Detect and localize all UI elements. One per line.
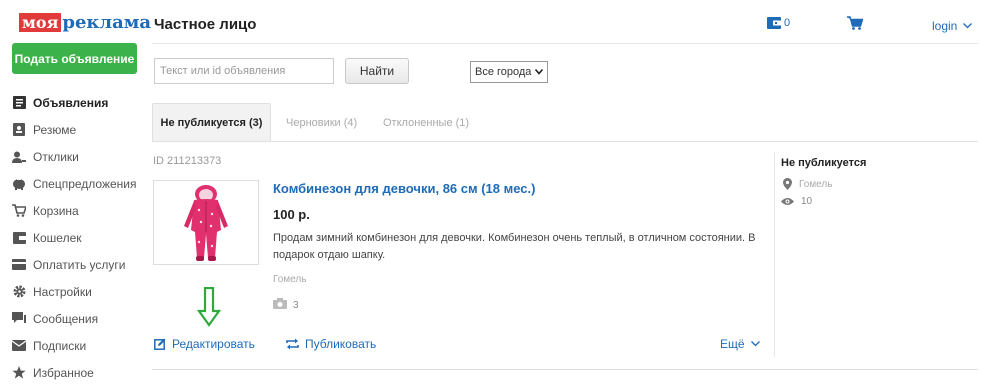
mail-icon bbox=[12, 339, 26, 353]
listing-icon bbox=[12, 96, 26, 110]
tab-not-published[interactable]: Не публикуется (3) bbox=[152, 103, 271, 142]
listing-thumbnail[interactable] bbox=[153, 180, 259, 265]
sidebar-item-label: Избранное bbox=[33, 365, 94, 380]
repeat-icon bbox=[286, 338, 299, 350]
page-title: Частное лицо bbox=[154, 16, 257, 33]
login-menu[interactable]: login bbox=[932, 19, 973, 33]
status-views: 10 bbox=[781, 196, 812, 207]
status-city: Гомель bbox=[783, 178, 832, 190]
edit-label: Редактировать bbox=[172, 337, 255, 351]
sidebar: моя реклама Подать объявление Объявления… bbox=[0, 0, 151, 390]
listing-city: Гомель bbox=[273, 274, 307, 285]
tab-drafts[interactable]: Черновики (4) bbox=[286, 103, 357, 142]
wallet-icon bbox=[767, 17, 781, 29]
find-button[interactable]: Найти bbox=[345, 58, 409, 84]
listing-price: 100 р. bbox=[273, 207, 310, 222]
sidebar-item-label: Отклики bbox=[33, 149, 79, 164]
eye-icon bbox=[781, 197, 794, 206]
resume-icon bbox=[12, 123, 26, 137]
piggy-bank-icon bbox=[12, 177, 26, 191]
listing-description: Продам зимний комбинезон для девочки. Ко… bbox=[273, 232, 756, 261]
publish-label: Публиковать bbox=[305, 337, 377, 351]
post-ad-button[interactable]: Подать объявление bbox=[12, 43, 137, 74]
sidebar-item-label: Подписки bbox=[33, 338, 87, 353]
camera-icon bbox=[273, 298, 287, 312]
status-title: Не публикуется bbox=[781, 157, 867, 169]
sidebar-nav: Объявления Резюме Отклики Спецпредложени… bbox=[12, 89, 137, 386]
star-icon bbox=[12, 366, 26, 380]
responses-icon bbox=[12, 150, 26, 164]
cart-icon bbox=[847, 16, 863, 30]
header-wallet[interactable]: 0 bbox=[767, 17, 790, 29]
chevron-down-icon bbox=[963, 23, 973, 29]
chevron-down-icon bbox=[750, 341, 760, 347]
sidebar-item-subscriptions[interactable]: Подписки bbox=[12, 332, 137, 359]
gear-icon bbox=[12, 285, 26, 299]
edit-button[interactable]: Редактировать bbox=[154, 337, 255, 351]
city-select[interactable]: Все города bbox=[470, 61, 548, 83]
sidebar-item-label: Объявления bbox=[33, 95, 109, 110]
sidebar-item-settings[interactable]: Настройки bbox=[12, 278, 137, 305]
sidebar-item-cart[interactable]: Корзина bbox=[12, 197, 137, 224]
wallet-balance: 0 bbox=[784, 17, 791, 29]
sidebar-item-label: Кошелек bbox=[33, 230, 82, 245]
logo-part-moya: моя bbox=[19, 13, 62, 32]
sidebar-item-label: Корзина bbox=[33, 203, 79, 218]
sidebar-item-special-offers[interactable]: Спецпредложения bbox=[12, 170, 137, 197]
tab-rejected[interactable]: Отклоненные (1) bbox=[383, 103, 469, 142]
sidebar-item-wallet[interactable]: Кошелек bbox=[12, 224, 137, 251]
header-cart[interactable] bbox=[847, 16, 863, 33]
publish-button[interactable]: Публиковать bbox=[286, 337, 376, 351]
site-logo[interactable]: моя реклама bbox=[19, 12, 151, 33]
listing-id: ID 211213373 bbox=[153, 155, 222, 167]
listing-photo-count: 3 bbox=[273, 298, 299, 312]
status-divider bbox=[774, 152, 775, 357]
sidebar-item-listings[interactable]: Объявления bbox=[12, 89, 137, 116]
product-image bbox=[184, 184, 228, 261]
more-menu[interactable]: Ещё bbox=[720, 337, 760, 351]
city-select-value: Все города bbox=[475, 66, 532, 78]
sidebar-item-label: Резюме bbox=[33, 122, 77, 137]
sidebar-item-label: Оплатить услуги bbox=[33, 257, 126, 272]
messages-icon bbox=[12, 312, 26, 326]
wallet-icon bbox=[12, 231, 26, 245]
chevron-down-icon bbox=[534, 67, 544, 77]
logo-part-reklama: реклама bbox=[62, 12, 152, 33]
listing-divider bbox=[152, 369, 978, 370]
sidebar-item-resume[interactable]: Резюме bbox=[12, 116, 137, 143]
location-pin-icon bbox=[783, 178, 792, 190]
photo-count-value: 3 bbox=[293, 299, 299, 311]
sidebar-item-label: Спецпредложения bbox=[33, 176, 137, 191]
arrow-down-icon bbox=[196, 286, 222, 330]
payment-icon bbox=[12, 258, 26, 272]
sidebar-item-pay-services[interactable]: Оплатить услуги bbox=[12, 251, 137, 278]
listing-title[interactable]: Комбинезон для девочки, 86 см (18 мес.) bbox=[273, 181, 535, 196]
sidebar-item-favorites[interactable]: Избранное bbox=[12, 359, 137, 386]
sidebar-item-messages[interactable]: Сообщения bbox=[12, 305, 137, 332]
sidebar-item-responses[interactable]: Отклики bbox=[12, 143, 137, 170]
login-label: login bbox=[932, 19, 958, 33]
search-input[interactable] bbox=[154, 58, 334, 84]
status-city-label: Гомель bbox=[799, 178, 833, 190]
edit-icon bbox=[154, 338, 166, 350]
sidebar-item-label: Сообщения bbox=[33, 311, 99, 326]
header-divider bbox=[152, 43, 978, 44]
status-views-count: 10 bbox=[801, 196, 813, 207]
sidebar-item-label: Настройки bbox=[33, 284, 92, 299]
more-label: Ещё bbox=[720, 337, 745, 351]
cart-icon bbox=[12, 204, 26, 218]
tabs-divider bbox=[152, 141, 978, 142]
